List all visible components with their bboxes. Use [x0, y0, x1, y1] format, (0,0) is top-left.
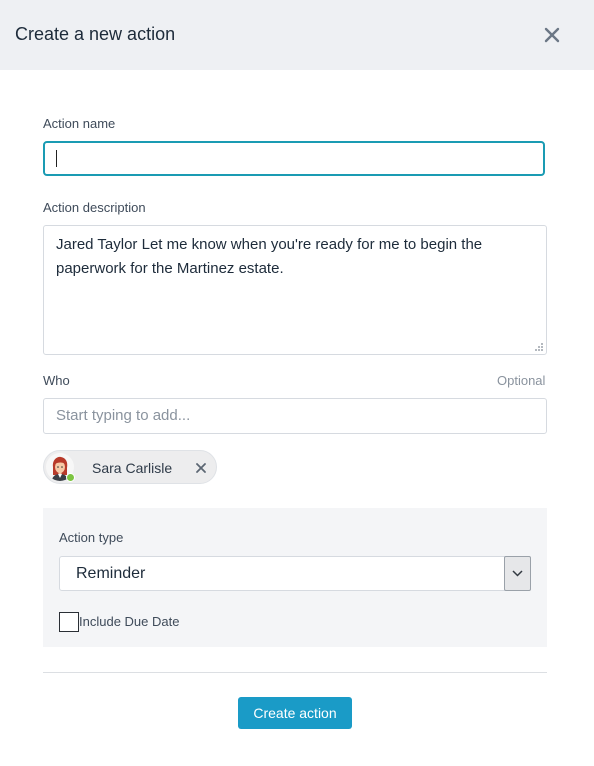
include-due-date-label: Include Due Date: [79, 614, 180, 629]
dialog-header: Create a new action: [0, 0, 594, 70]
action-description-text: Jared Taylor Let me know when you're rea…: [56, 236, 483, 277]
resize-grip-icon[interactable]: [533, 341, 543, 351]
person-name: Sara Carlisle: [92, 460, 173, 476]
action-type-label: Action type: [59, 530, 124, 545]
action-name-label: Action name: [43, 116, 116, 131]
create-action-dialog: Create a new action Action name Action d…: [0, 0, 594, 766]
dialog-title: Create a new action: [15, 24, 176, 44]
selected-person-chip: Sara Carlisle: [43, 450, 217, 484]
include-due-date-checkbox[interactable]: [59, 612, 79, 632]
close-icon: [544, 27, 560, 43]
action-description-label: Action description: [43, 200, 146, 215]
online-status-dot: [66, 473, 75, 482]
dropdown-toggle[interactable]: [504, 556, 531, 591]
who-search-input[interactable]: Start typing to add...: [43, 398, 547, 434]
create-action-button[interactable]: Create action: [238, 697, 352, 729]
close-button[interactable]: [541, 24, 563, 46]
action-description-textarea[interactable]: Jared Taylor Let me know when you're rea…: [43, 225, 547, 355]
remove-person-button[interactable]: [193, 460, 209, 476]
close-icon: [196, 463, 206, 473]
action-type-panel: Action type Reminder Include Due Date: [43, 508, 547, 647]
optional-label: Optional: [497, 373, 546, 388]
text-caret: [56, 150, 57, 167]
action-type-select[interactable]: Reminder: [59, 556, 531, 591]
who-label: Who: [43, 373, 70, 388]
action-type-value: Reminder: [76, 565, 146, 582]
footer-divider: [43, 672, 547, 673]
action-name-input[interactable]: [43, 141, 545, 176]
chevron-down-icon: [512, 570, 523, 577]
